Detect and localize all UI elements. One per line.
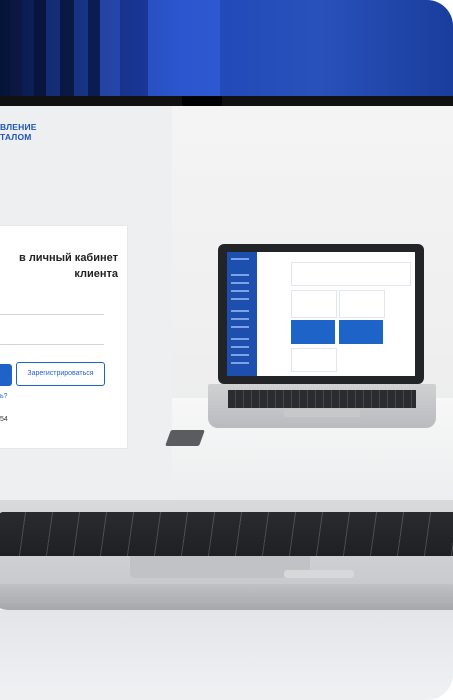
photo-widget: [291, 262, 411, 286]
photo-widget: [291, 348, 337, 372]
login-button[interactable]: [0, 364, 12, 386]
photo-laptop-screen: [227, 252, 415, 376]
photo-laptop-keyboard: [228, 390, 416, 408]
background-floor: [0, 610, 453, 700]
blue-striped-background: [0, 0, 453, 96]
logo-line-2: ТАЛОМ: [0, 132, 32, 142]
promo-image-frame: ВЛЕНИЕ ТАЛОМ в личный кабинет клиента За…: [0, 0, 453, 700]
laptop-keyboard: [0, 512, 453, 556]
laptop-trackpad: [130, 556, 310, 578]
logo-line-1: ВЛЕНИЕ: [0, 122, 37, 132]
photo-laptop-trackpad: [284, 409, 360, 417]
photo-widget-blue: [291, 320, 335, 344]
photo-laptop-sidebar: [227, 252, 257, 376]
login-field-underline[interactable]: [0, 314, 104, 315]
login-title-line-2: клиента: [74, 268, 118, 280]
login-title-line-1: в личный кабинет: [19, 252, 118, 264]
portal-logo: ВЛЕНИЕ ТАЛОМ: [0, 122, 37, 142]
photo-phone: [165, 430, 205, 446]
laptop-front-edge: [0, 584, 453, 610]
laptop-opening-notch: [284, 570, 354, 578]
support-phone-fragment: 54: [0, 416, 8, 423]
photo-widget: [291, 290, 337, 318]
register-button[interactable]: Зарегистрироваться: [16, 362, 105, 386]
login-title: в личный кабинет клиента: [0, 250, 118, 282]
photo-widget: [339, 290, 385, 318]
password-field-underline[interactable]: [0, 344, 104, 345]
forgot-password-link[interactable]: ь?: [0, 393, 8, 400]
photo-widget-blue: [339, 320, 383, 344]
